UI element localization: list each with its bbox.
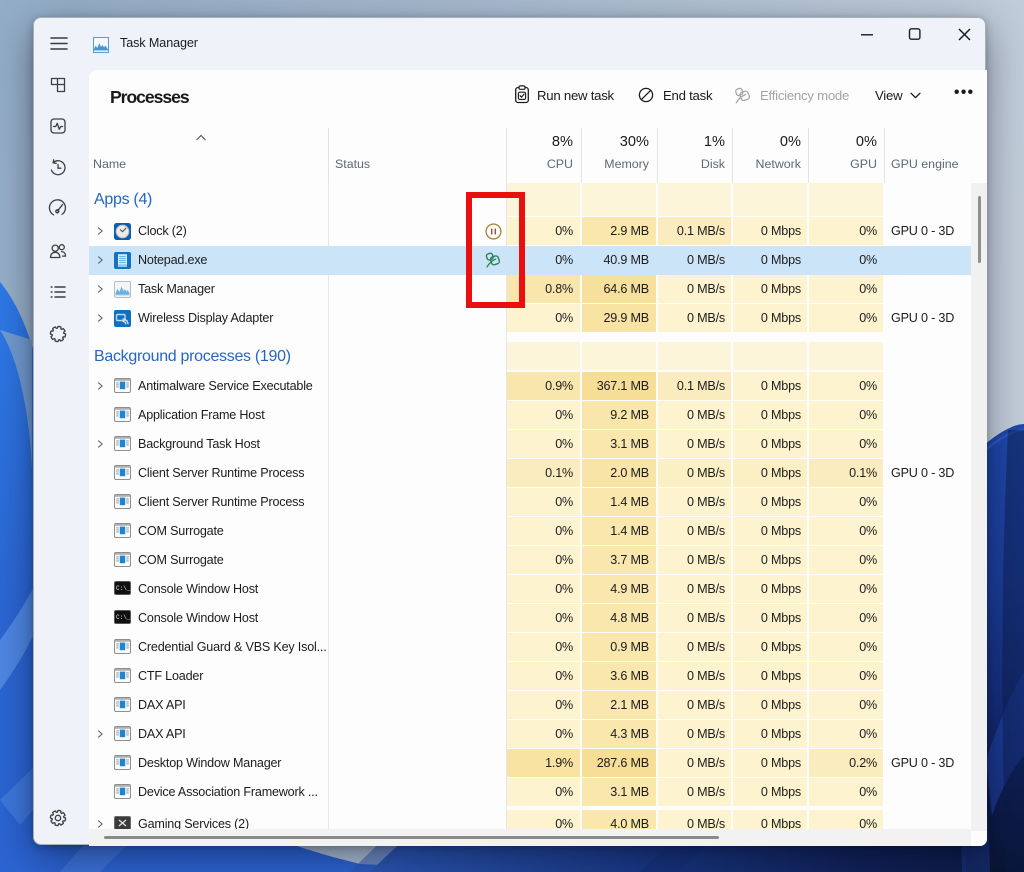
svg-text:C:\_: C:\_ xyxy=(116,614,131,621)
svg-text:C:\_: C:\_ xyxy=(116,585,131,592)
